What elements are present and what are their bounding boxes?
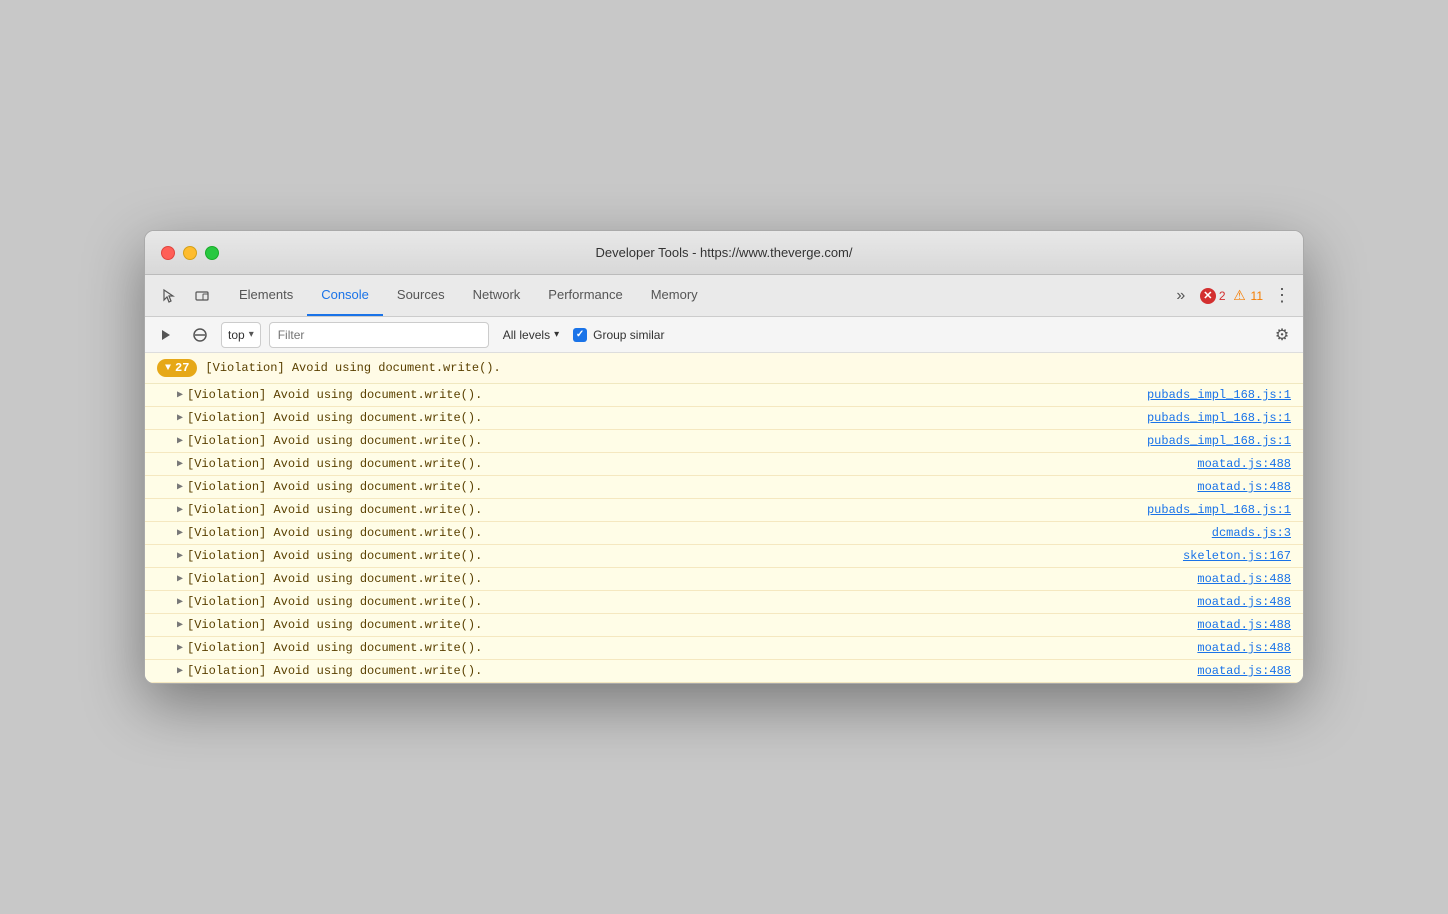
row-message: [Violation] Avoid using document.write()…	[187, 664, 1197, 678]
window-title: Developer Tools - https://www.theverge.c…	[596, 245, 853, 260]
tab-elements[interactable]: Elements	[225, 275, 307, 316]
tabs-list: Elements Console Sources Network Perform…	[225, 275, 1160, 316]
row-source-link[interactable]: moatad.js:488	[1197, 480, 1291, 494]
settings-icon: ⚙	[1275, 325, 1289, 345]
row-expand-arrow[interactable]: ▶	[177, 389, 183, 401]
log-row: ▶ [Violation] Avoid using document.write…	[145, 407, 1303, 430]
log-row: ▶ [Violation] Avoid using document.write…	[145, 637, 1303, 660]
console-content: ▼ 27 [Violation] Avoid using document.wr…	[145, 353, 1303, 683]
row-expand-arrow[interactable]: ▶	[177, 481, 183, 493]
log-row: ▶ [Violation] Avoid using document.write…	[145, 591, 1303, 614]
log-row: ▶ [Violation] Avoid using document.write…	[145, 499, 1303, 522]
row-message: [Violation] Avoid using document.write()…	[187, 572, 1197, 586]
dropdown-arrow-icon: ▾	[249, 329, 254, 340]
levels-arrow-icon: ▾	[554, 329, 559, 340]
log-row: ▶ [Violation] Avoid using document.write…	[145, 545, 1303, 568]
row-source-link[interactable]: skeleton.js:167	[1183, 549, 1291, 563]
row-source-link[interactable]: moatad.js:488	[1197, 641, 1291, 655]
title-bar: Developer Tools - https://www.theverge.c…	[145, 231, 1303, 275]
row-message: [Violation] Avoid using document.write()…	[187, 549, 1183, 563]
row-expand-arrow[interactable]: ▶	[177, 527, 183, 539]
filter-input[interactable]	[269, 322, 489, 348]
row-source-link[interactable]: pubads_impl_168.js:1	[1147, 503, 1291, 517]
log-row: ▶ [Violation] Avoid using document.write…	[145, 384, 1303, 407]
row-expand-arrow[interactable]: ▶	[177, 642, 183, 654]
row-expand-arrow[interactable]: ▶	[177, 435, 183, 447]
row-message: [Violation] Avoid using document.write()…	[187, 618, 1197, 632]
row-source-link[interactable]: dcmads.js:3	[1212, 526, 1291, 540]
levels-dropdown-button[interactable]: All levels ▾	[497, 322, 565, 348]
row-source-link[interactable]: moatad.js:488	[1197, 618, 1291, 632]
maximize-button[interactable]	[205, 246, 219, 260]
row-source-link[interactable]: pubads_impl_168.js:1	[1147, 434, 1291, 448]
execute-icon	[159, 328, 173, 342]
cursor-tool-button[interactable]	[153, 281, 183, 311]
log-rows-container: ▶ [Violation] Avoid using document.write…	[145, 384, 1303, 683]
row-message: [Violation] Avoid using document.write()…	[187, 434, 1147, 448]
warn-icon: ⚠	[1232, 288, 1248, 304]
clear-console-button[interactable]	[153, 322, 179, 348]
traffic-lights	[161, 246, 219, 260]
close-button[interactable]	[161, 246, 175, 260]
tabs-right: » ✕ 2 ⚠ 11 ⋮	[1168, 275, 1295, 316]
row-message: [Violation] Avoid using document.write()…	[187, 595, 1197, 609]
log-row: ▶ [Violation] Avoid using document.write…	[145, 568, 1303, 591]
tabs-bar: Elements Console Sources Network Perform…	[145, 275, 1303, 317]
row-message: [Violation] Avoid using document.write()…	[187, 411, 1147, 425]
row-message: [Violation] Avoid using document.write()…	[187, 480, 1197, 494]
console-settings-button[interactable]: ⚙	[1269, 322, 1295, 348]
row-source-link[interactable]: moatad.js:488	[1197, 572, 1291, 586]
tab-sources[interactable]: Sources	[383, 275, 459, 316]
no-entry-button[interactable]	[187, 322, 213, 348]
row-source-link[interactable]: moatad.js:488	[1197, 457, 1291, 471]
context-selector[interactable]: top ▾	[221, 322, 261, 348]
tab-console[interactable]: Console	[307, 275, 383, 316]
row-expand-arrow[interactable]: ▶	[177, 665, 183, 677]
group-header-message: [Violation] Avoid using document.write()…	[205, 361, 500, 375]
row-expand-arrow[interactable]: ▶	[177, 596, 183, 608]
devtools-window: Developer Tools - https://www.theverge.c…	[144, 230, 1304, 684]
no-entry-icon	[193, 328, 207, 342]
row-source-link[interactable]: pubads_impl_168.js:1	[1147, 411, 1291, 425]
log-row: ▶ [Violation] Avoid using document.write…	[145, 614, 1303, 637]
log-row: ▶ [Violation] Avoid using document.write…	[145, 430, 1303, 453]
responsive-icon	[194, 288, 210, 304]
row-source-link[interactable]: moatad.js:488	[1197, 595, 1291, 609]
cursor-icon	[160, 288, 176, 304]
row-expand-arrow[interactable]: ▶	[177, 504, 183, 516]
warn-badge: ⚠ 11	[1232, 288, 1263, 304]
row-message: [Violation] Avoid using document.write()…	[187, 503, 1147, 517]
log-row: ▶ [Violation] Avoid using document.write…	[145, 476, 1303, 499]
group-count-badge[interactable]: ▼ 27	[157, 359, 197, 377]
group-similar-checkbox[interactable]	[573, 328, 587, 342]
violation-group-header: ▼ 27 [Violation] Avoid using document.wr…	[145, 353, 1303, 384]
row-expand-arrow[interactable]: ▶	[177, 550, 183, 562]
devtools-menu-button[interactable]: ⋮	[1269, 285, 1295, 306]
responsive-tool-button[interactable]	[187, 281, 217, 311]
row-expand-arrow[interactable]: ▶	[177, 619, 183, 631]
error-icon: ✕	[1200, 288, 1216, 304]
log-row: ▶ [Violation] Avoid using document.write…	[145, 453, 1303, 476]
row-message: [Violation] Avoid using document.write()…	[187, 457, 1197, 471]
tab-performance[interactable]: Performance	[534, 275, 636, 316]
group-similar-control: Group similar	[573, 328, 664, 342]
minimize-button[interactable]	[183, 246, 197, 260]
more-tabs-button[interactable]: »	[1168, 283, 1194, 309]
row-source-link[interactable]: moatad.js:488	[1197, 664, 1291, 678]
log-row: ▶ [Violation] Avoid using document.write…	[145, 660, 1303, 683]
toolbar-left	[153, 275, 217, 316]
row-message: [Violation] Avoid using document.write()…	[187, 641, 1197, 655]
error-badge: ✕ 2	[1200, 288, 1226, 304]
log-row: ▶ [Violation] Avoid using document.write…	[145, 522, 1303, 545]
group-badge-arrow: ▼	[165, 363, 171, 374]
tab-memory[interactable]: Memory	[637, 275, 712, 316]
row-expand-arrow[interactable]: ▶	[177, 412, 183, 424]
row-expand-arrow[interactable]: ▶	[177, 573, 183, 585]
tab-network[interactable]: Network	[459, 275, 535, 316]
row-message: [Violation] Avoid using document.write()…	[187, 388, 1147, 402]
row-expand-arrow[interactable]: ▶	[177, 458, 183, 470]
console-toolbar: top ▾ All levels ▾ Group similar ⚙	[145, 317, 1303, 353]
row-source-link[interactable]: pubads_impl_168.js:1	[1147, 388, 1291, 402]
row-message: [Violation] Avoid using document.write()…	[187, 526, 1212, 540]
